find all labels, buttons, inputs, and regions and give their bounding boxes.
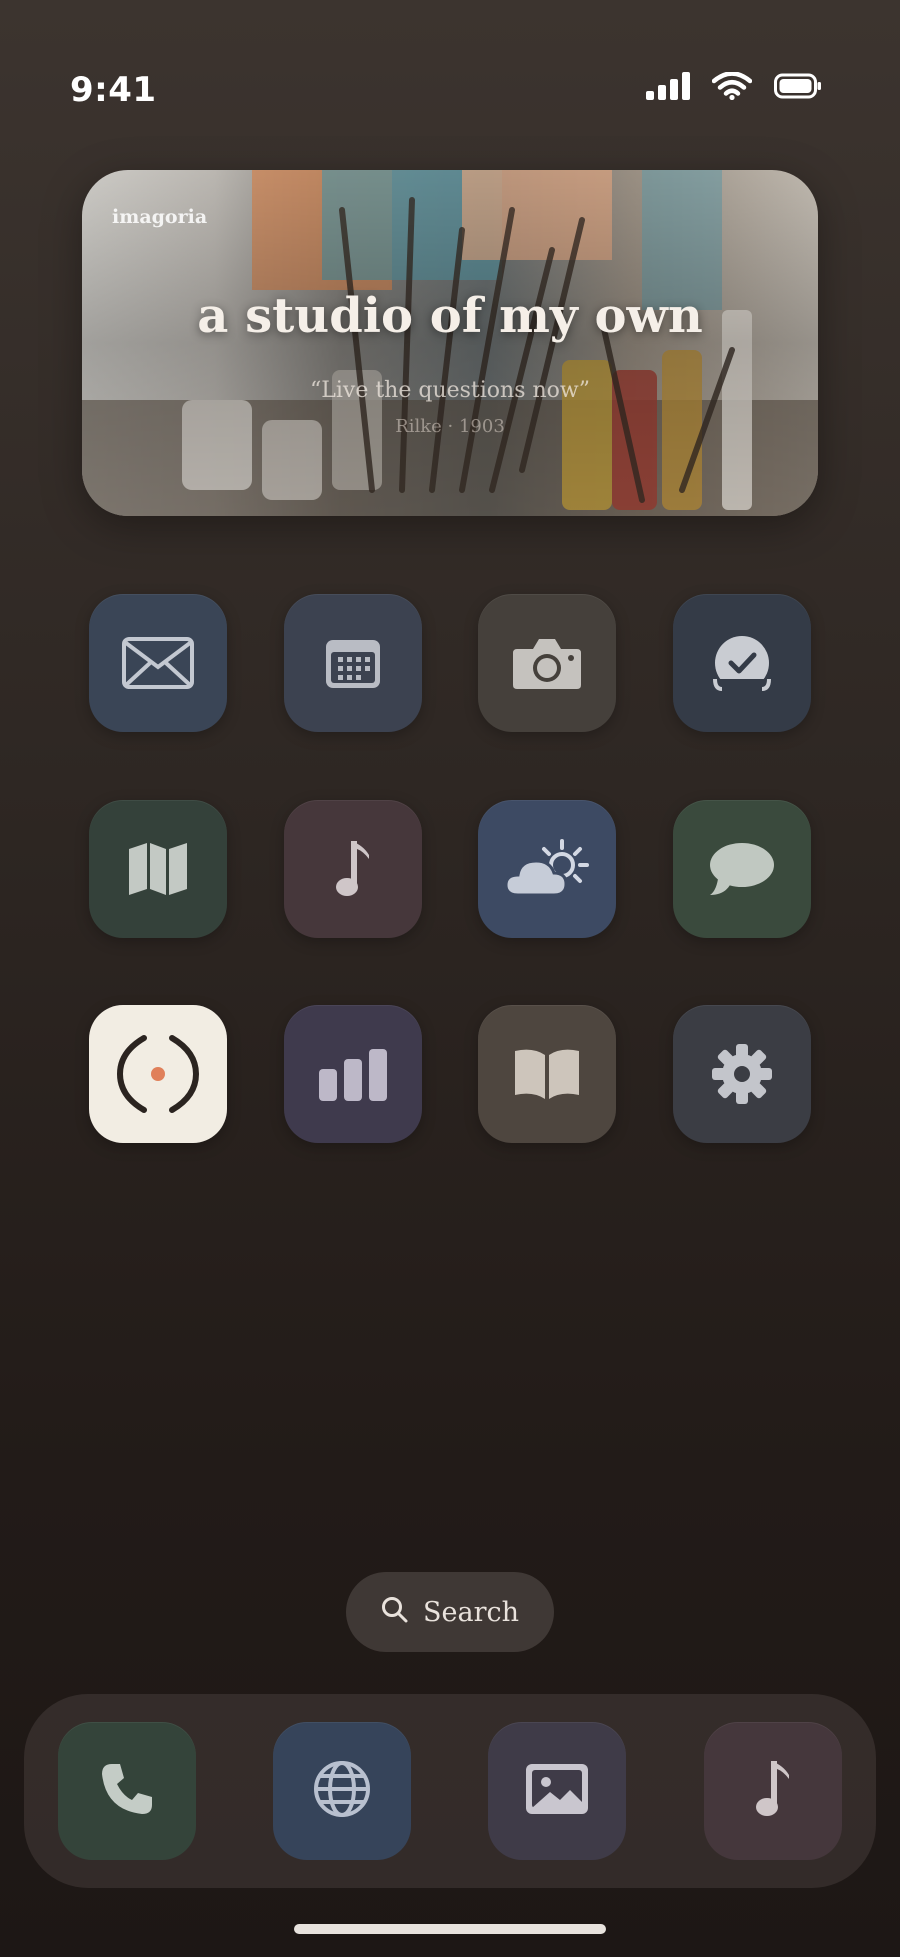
- calendar-icon: [324, 636, 382, 690]
- music-app[interactable]: [284, 800, 422, 938]
- calendar-app[interactable]: [284, 594, 422, 732]
- clock-icon: [712, 633, 772, 693]
- stats-icon: [317, 1047, 389, 1101]
- mail-icon: [122, 637, 194, 689]
- weather-app[interactable]: [478, 800, 616, 938]
- maps-icon: [127, 841, 189, 897]
- books-icon: [513, 1047, 581, 1101]
- battery-icon: [774, 73, 822, 103]
- widget-quote: “Live the questions now”: [310, 378, 590, 403]
- widget-brand-logo: imagoria: [112, 206, 208, 228]
- browser-icon: [312, 1759, 372, 1823]
- wifi-icon: [711, 71, 753, 104]
- dock-browser-app[interactable]: [273, 1722, 411, 1860]
- phone-icon: [98, 1760, 156, 1822]
- status-icons: [646, 71, 822, 104]
- clock-app[interactable]: [673, 594, 811, 732]
- status-time: 9:41: [70, 70, 157, 110]
- home-indicator[interactable]: [294, 1924, 606, 1934]
- search-label: Search: [423, 1596, 519, 1628]
- stats-app[interactable]: [284, 1005, 422, 1143]
- status-bar: 9:41: [0, 0, 900, 150]
- weather-icon: [504, 839, 590, 899]
- maps-app[interactable]: [89, 800, 227, 938]
- camera-app[interactable]: [478, 594, 616, 732]
- widget-title: a studio of my own: [197, 288, 703, 344]
- photos-icon: [524, 1762, 590, 1820]
- dock-photos-app[interactable]: [488, 1722, 626, 1860]
- camera-icon: [511, 635, 583, 691]
- search-icon: [381, 1596, 409, 1628]
- mail-app[interactable]: [89, 594, 227, 732]
- books-app[interactable]: [478, 1005, 616, 1143]
- widget-author: Rilke · 1903: [395, 416, 505, 437]
- music-icon: [333, 839, 373, 899]
- dock-music-app[interactable]: [704, 1722, 842, 1860]
- messages-icon: [708, 841, 776, 897]
- settings-app[interactable]: [673, 1005, 811, 1143]
- settings-icon: [711, 1043, 773, 1105]
- music-icon: [753, 1759, 793, 1823]
- dock-phone-app[interactable]: [58, 1722, 196, 1860]
- cellular-signal-icon: [646, 72, 690, 104]
- photo-quote-widget[interactable]: imagoria a studio of my own “Live the qu…: [82, 170, 818, 516]
- focus-app-icon: [106, 1022, 210, 1126]
- search-button[interactable]: Search: [346, 1572, 554, 1652]
- messages-app[interactable]: [673, 800, 811, 938]
- dock: [24, 1694, 876, 1888]
- focus-app[interactable]: [89, 1005, 227, 1143]
